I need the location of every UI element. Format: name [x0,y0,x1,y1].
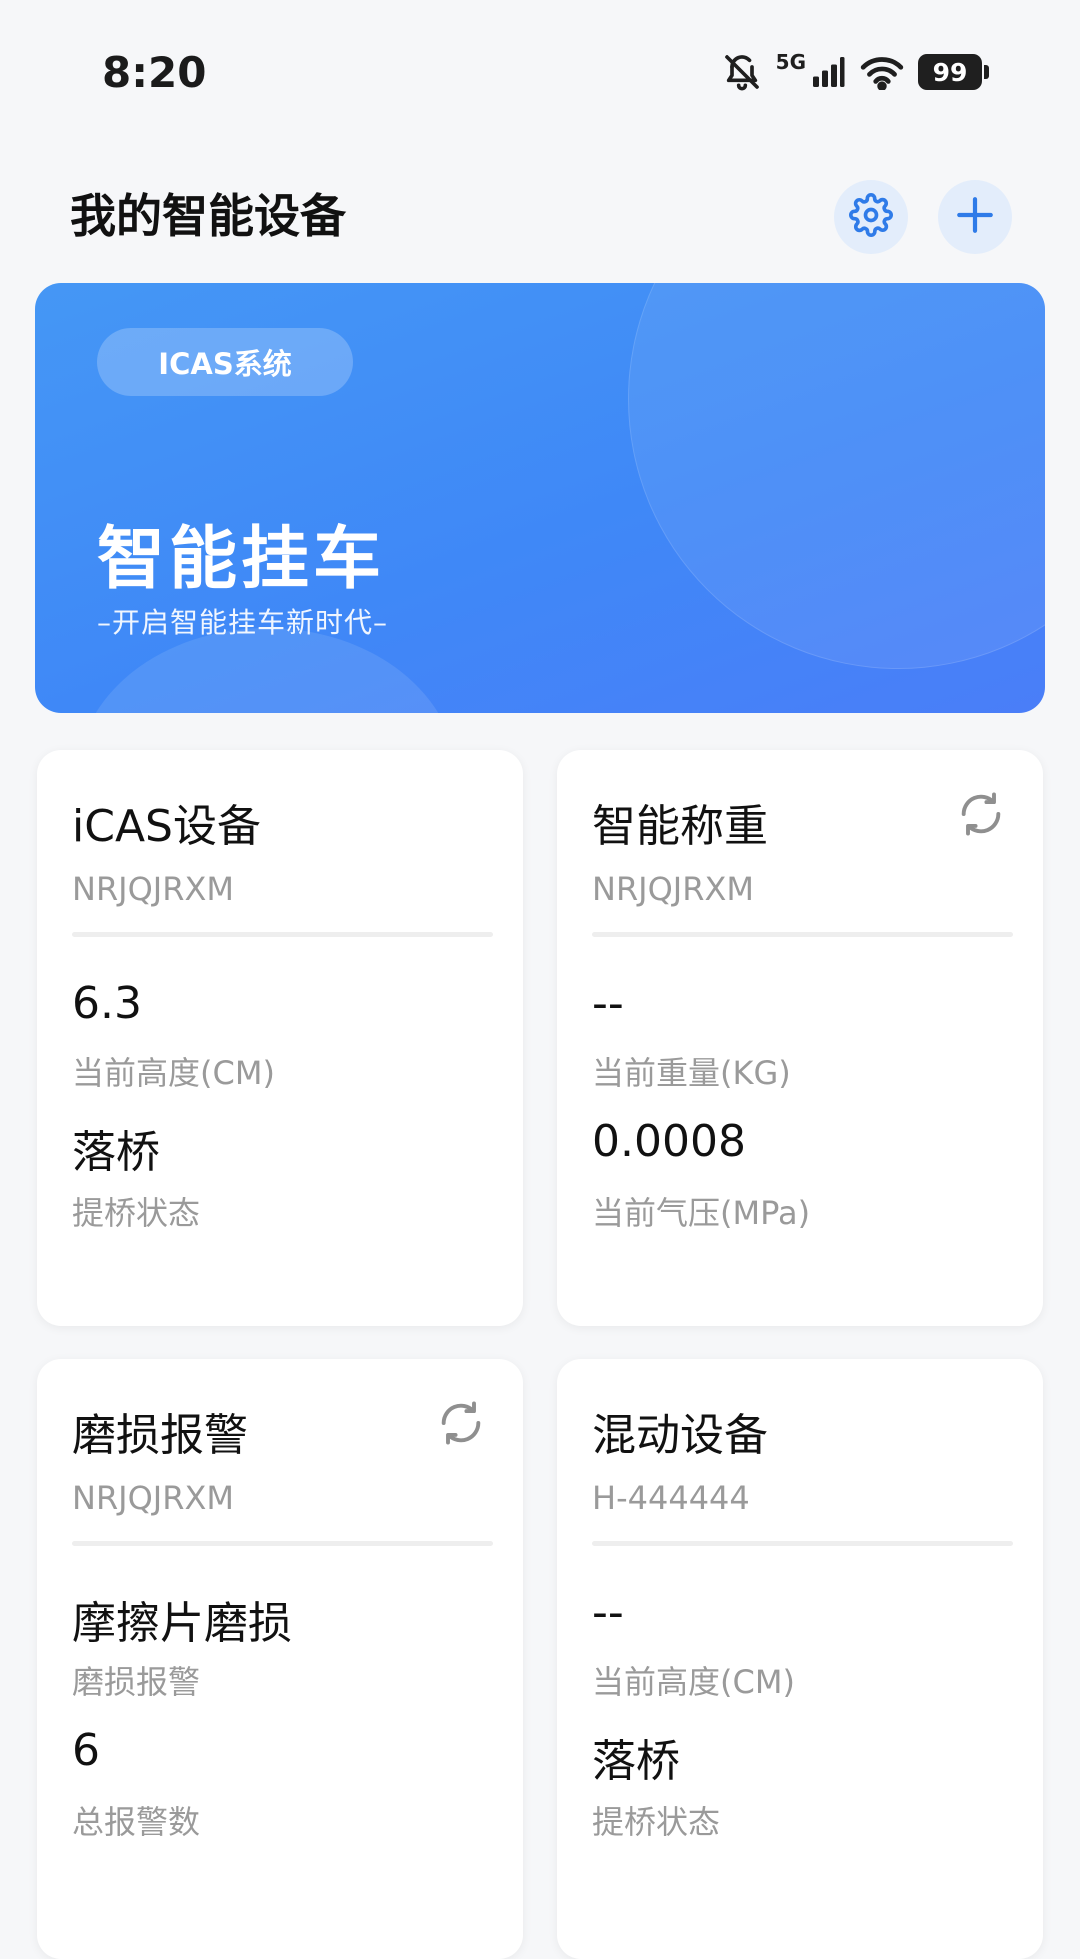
status-bar: 8:20 5G 99 [0,0,1080,140]
metric-value: 6.3 [72,978,142,1029]
plus-icon [954,194,996,240]
banner-subtitle: –开启智能挂车新时代– [97,606,389,639]
device-id: H-444444 [592,1479,750,1517]
device-card-icas[interactable]: iCAS设备 NRJQJRXM 6.3 当前高度(CM) 落桥 提桥状态 [37,750,523,1326]
page-title: 我的智能设备 [70,189,346,243]
metric-value: -- [592,978,624,1029]
refresh-icon[interactable] [955,788,1007,840]
gear-icon [849,193,893,241]
device-id: NRJQJRXM [592,870,754,908]
banner-title: 智能挂车 [97,520,386,599]
device-card-weighing[interactable]: 智能称重 NRJQJRXM -- 当前重量(KG) 0.0008 当前气压(MP… [557,750,1043,1326]
device-id: NRJQJRXM [72,1479,234,1517]
wifi-icon [860,54,904,90]
metric-label: 当前高度(CM) [72,1054,275,1092]
device-id: NRJQJRXM [72,870,234,908]
metric-value: 落桥 [72,1127,160,1178]
divider [72,1541,493,1546]
status-icons: 5G 99 [722,50,989,94]
metric-label: 当前高度(CM) [592,1663,795,1701]
metric-value: -- [592,1587,624,1638]
device-name: 智能称重 [592,801,768,852]
refresh-icon[interactable] [435,1397,487,1449]
device-name: 混动设备 [592,1410,768,1461]
divider [72,932,493,937]
device-name: iCAS设备 [72,801,261,852]
device-name: 磨损报警 [72,1410,248,1461]
banner-decoration [628,283,1045,669]
settings-button[interactable] [834,180,908,254]
metric-label: 磨损报警 [72,1663,201,1701]
banner-pill: ICAS系统 [97,328,353,396]
metric-value: 落桥 [592,1736,680,1787]
add-device-button[interactable] [938,180,1012,254]
bell-off-icon [722,52,762,92]
metric-value: 6 [72,1725,100,1776]
divider [592,932,1013,937]
device-card-wear-alarm[interactable]: 磨损报警 NRJQJRXM 摩擦片磨损 磨损报警 6 总报警数 [37,1359,523,1959]
signal-icon [810,54,846,90]
metric-value: 摩擦片磨损 [72,1598,292,1649]
network-label: 5G [775,50,806,74]
metric-label: 提桥状态 [592,1803,721,1841]
divider [592,1541,1013,1546]
status-time: 8:20 [102,48,207,97]
metric-label: 当前重量(KG) [592,1054,791,1092]
metric-label: 总报警数 [72,1803,201,1841]
battery-icon: 99 [918,54,989,90]
metric-value: 0.0008 [592,1116,746,1167]
metric-label: 当前气压(MPa) [592,1194,811,1232]
metric-label: 提桥状态 [72,1194,201,1232]
promo-banner[interactable]: ICAS系统 智能挂车 –开启智能挂车新时代– [35,283,1045,713]
device-card-hybrid[interactable]: 混动设备 H-444444 -- 当前高度(CM) 落桥 提桥状态 [557,1359,1043,1959]
